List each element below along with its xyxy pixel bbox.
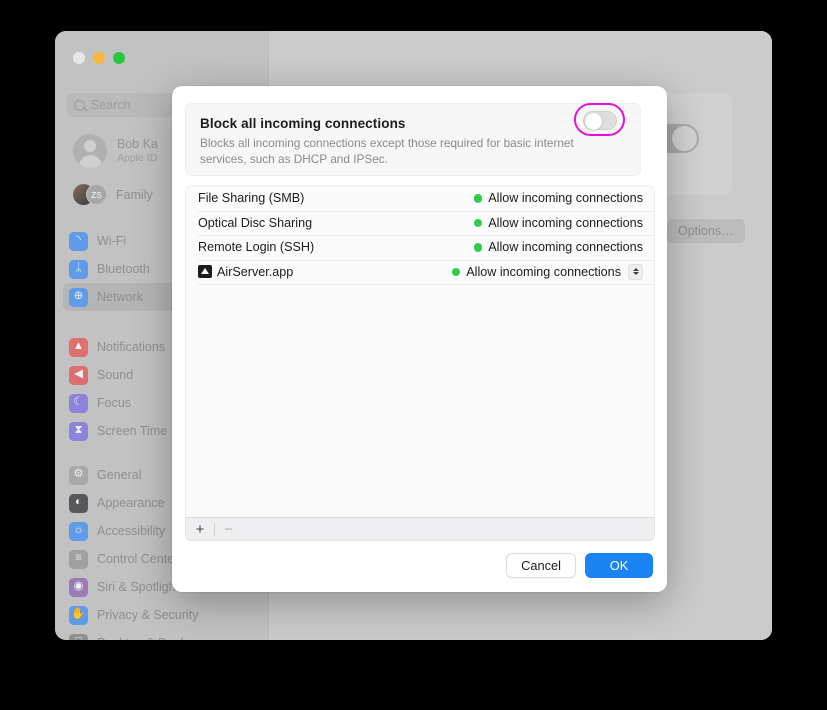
status-badge bbox=[473, 218, 483, 227]
list-footer-toolbar[interactable]: + − bbox=[185, 517, 655, 541]
remove-app-button[interactable]: − bbox=[215, 518, 243, 540]
app-name: Remote Login (SSH) bbox=[198, 240, 314, 254]
account-name: Bob Ka bbox=[117, 136, 159, 151]
account-subtitle: Apple ID bbox=[117, 152, 158, 165]
row-separator bbox=[198, 284, 654, 285]
bluetooth-icon: ᛦ bbox=[69, 259, 88, 279]
status-badge bbox=[473, 194, 483, 203]
airserver-app-icon bbox=[198, 265, 212, 279]
desktop-icon: ⌸ bbox=[69, 633, 88, 640]
table-row[interactable]: AirServer.app Allow incoming connections bbox=[186, 259, 654, 285]
sidebar-item-label: Desktop & Dock bbox=[97, 636, 187, 640]
app-status: Allow incoming connections bbox=[473, 215, 643, 230]
sidebar-item-label: Control Center bbox=[97, 552, 179, 566]
search-icon bbox=[74, 99, 85, 111]
app-status-label: Allow incoming connections bbox=[488, 240, 643, 255]
close-button[interactable] bbox=[73, 52, 85, 64]
gear-icon: ⚙ bbox=[69, 465, 88, 485]
hourglass-icon: ⧗ bbox=[69, 421, 88, 441]
block-all-toggle-wrapper[interactable] bbox=[574, 103, 625, 136]
dialog-actions: Cancel OK bbox=[506, 553, 653, 578]
firewall-options-dialog: Block all incoming connections Blocks al… bbox=[172, 86, 667, 592]
speaker-icon: ◀ bbox=[69, 365, 88, 385]
app-status-label: Allow incoming connections bbox=[488, 191, 643, 206]
family-avatar-initials: ZS bbox=[86, 184, 107, 205]
block-all-title: Block all incoming connections bbox=[200, 116, 406, 131]
sidebar-item-label: Family bbox=[116, 188, 153, 202]
sidebar-item-label: Network bbox=[97, 290, 143, 304]
table-row[interactable]: Remote Login (SSH) Allow incoming connect… bbox=[186, 235, 654, 260]
traffic-lights[interactable] bbox=[73, 52, 125, 64]
app-status-label: Allow incoming connections bbox=[488, 215, 643, 230]
cancel-button[interactable]: Cancel bbox=[506, 553, 576, 578]
sidebar-item-label: Bluetooth bbox=[97, 262, 150, 276]
avatar bbox=[73, 134, 107, 168]
sidebar-item-label: Screen Time bbox=[97, 424, 168, 438]
table-row[interactable]: Optical Disc Sharing Allow incoming conne… bbox=[186, 210, 654, 236]
sidebar-item-privacy-security[interactable]: ✋ Privacy & Security bbox=[63, 601, 260, 629]
app-name-label: Remote Login (SSH) bbox=[198, 240, 315, 255]
firewall-app-list[interactable]: File Sharing (SMB) Allow incoming connect… bbox=[185, 185, 655, 517]
ok-button[interactable]: OK bbox=[585, 553, 653, 578]
block-all-description: Blocks all incoming connections except t… bbox=[200, 136, 574, 167]
wifi-icon: ◝ bbox=[69, 231, 88, 251]
minimize-button[interactable] bbox=[93, 52, 105, 64]
sidebar-item-label: Siri & Spotlight bbox=[97, 580, 179, 594]
app-status[interactable]: Allow incoming connections bbox=[451, 263, 643, 280]
status-badge bbox=[473, 243, 483, 252]
sidebar-item-desktop-dock[interactable]: ⌸ Desktop & Dock bbox=[63, 629, 260, 640]
search-placeholder: Search bbox=[91, 98, 131, 112]
sidebar-item-label: Privacy & Security bbox=[97, 608, 199, 622]
toggle-highlight-ring bbox=[574, 103, 625, 136]
app-status: Allow incoming connections bbox=[473, 191, 643, 206]
siri-icon: ◉ bbox=[69, 577, 88, 597]
sidebar-item-label: Notifications bbox=[97, 340, 166, 354]
hand-icon: ✋ bbox=[69, 605, 88, 625]
control-center-icon: ≡ bbox=[69, 549, 88, 569]
app-name-label: Optical Disc Sharing bbox=[198, 215, 313, 230]
block-all-card: Block all incoming connections Blocks al… bbox=[185, 103, 641, 176]
app-name-label: File Sharing (SMB) bbox=[198, 191, 305, 206]
connection-mode-stepper[interactable] bbox=[628, 263, 643, 280]
add-app-button[interactable]: + bbox=[186, 518, 214, 540]
bell-icon: ▲ bbox=[69, 337, 88, 357]
sidebar-item-label: Wi-Fi bbox=[97, 234, 127, 248]
sidebar-item-label: Sound bbox=[97, 368, 134, 382]
globe-icon: ⊕ bbox=[69, 287, 88, 307]
app-status-label: Allow incoming connections bbox=[466, 264, 621, 279]
contrast-icon: ◐ bbox=[69, 493, 88, 513]
sidebar-item-label: Accessibility bbox=[97, 524, 166, 538]
sidebar-item-label: General bbox=[97, 468, 142, 482]
status-badge bbox=[451, 267, 461, 276]
app-name: File Sharing (SMB) bbox=[198, 191, 304, 205]
family-avatars: ZS bbox=[73, 184, 107, 206]
options-button[interactable]: Options… bbox=[667, 219, 745, 243]
sidebar-item-label: Focus bbox=[97, 396, 132, 410]
table-row[interactable]: File Sharing (SMB) Allow incoming connect… bbox=[186, 186, 654, 211]
app-status: Allow incoming connections bbox=[473, 240, 643, 255]
toggle-knob bbox=[672, 126, 697, 151]
accessibility-icon: ☼ bbox=[69, 521, 88, 541]
sidebar-item-label: Appearance bbox=[97, 496, 165, 510]
app-name-label: AirServer.app bbox=[217, 264, 294, 279]
app-name: AirServer.app bbox=[198, 265, 293, 279]
app-name: Optical Disc Sharing bbox=[198, 216, 312, 230]
zoom-button[interactable] bbox=[113, 52, 125, 64]
moon-icon: ☾ bbox=[69, 393, 88, 413]
